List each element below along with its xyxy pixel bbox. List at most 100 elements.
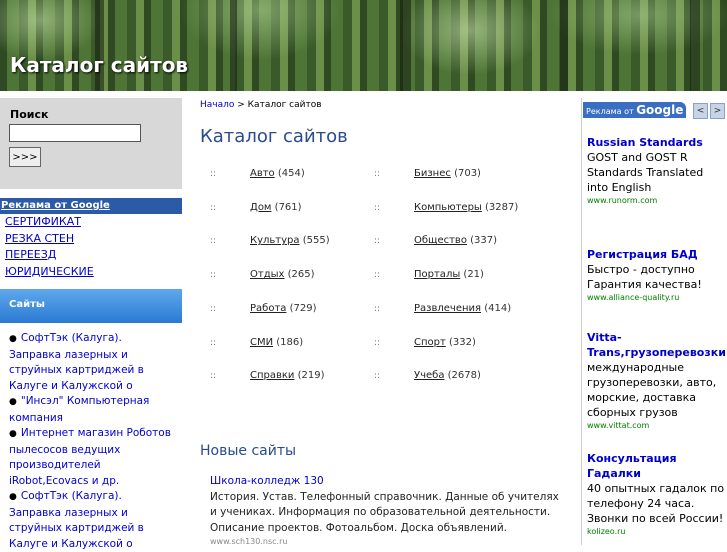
category-count: (21) [463, 269, 484, 281]
banner-tree-trunk [690, 0, 700, 91]
ad-url[interactable]: www.vittat.com [587, 420, 727, 431]
category-link[interactable]: Развлечения [414, 303, 481, 314]
category-count: (555) [302, 235, 330, 247]
ad-url[interactable]: www.alliance-quality.ru [587, 292, 727, 303]
new-site-description: История. Устав. Телефонный справочник. Д… [210, 490, 559, 534]
category-link[interactable]: Компьютеры [414, 202, 482, 213]
category-link[interactable]: СМИ [250, 337, 273, 348]
ad-link[interactable]: ЮРИДИЧЕСКИЕ [5, 264, 182, 281]
ad-title-link[interactable]: Russian Standards [587, 135, 727, 150]
breadcrumb-current: Каталог сайтов [247, 100, 322, 110]
new-site-link[interactable]: Школа-колледж 130 [210, 475, 324, 487]
category-link[interactable]: Учеба [414, 370, 444, 381]
site-link[interactable]: СофтТэк (Калуга). Заправка лазерных и ст… [9, 490, 144, 550]
category-link[interactable]: Спорт [414, 337, 446, 348]
ad-text: Быстро - доступно Гарантия качества! [587, 263, 702, 291]
bullet-icon: :: [374, 270, 381, 281]
category-count: (761) [274, 201, 302, 213]
banner-tree-trunk [560, 0, 568, 91]
list-item: ● "Инсэл" Компьютерная компания [9, 394, 177, 426]
category-link[interactable]: Дом [250, 202, 271, 213]
category-link[interactable]: Порталы [414, 269, 460, 280]
ads-left-title[interactable]: Реклама от Google [0, 198, 182, 214]
category-link[interactable]: Общество [414, 235, 467, 246]
banner-tree-trunk [230, 0, 237, 91]
ad-url[interactable]: www.runorm.com [587, 195, 727, 206]
bullet-icon: :: [374, 236, 381, 247]
ad-title-link[interactable]: Консультация Гадалки [587, 451, 727, 481]
ad-link[interactable]: СЕРТИФИКАТ [5, 214, 182, 231]
ad-link[interactable]: РЕЗКА СТЕН [5, 231, 182, 248]
site-link[interactable]: "Инсэл" Компьютерная компания [9, 395, 149, 424]
google-ads-right: Реклама от Google < > Russian Standards … [581, 98, 727, 545]
ad-url[interactable]: kolizeo.ru [587, 526, 727, 537]
bullet-icon: ● [9, 397, 17, 407]
category-link[interactable]: Работа [250, 303, 286, 314]
category-link[interactable]: Культура [250, 235, 300, 246]
ad-text: 40 опытных гадалок по телефону 24 часа. … [587, 482, 725, 525]
ad-block: Консультация Гадалки 40 опытных гадалок … [587, 451, 727, 537]
category-count: (265) [287, 269, 315, 281]
header-banner: Каталог сайтов [0, 0, 727, 91]
breadcrumb-home-link[interactable]: Начало [200, 100, 234, 110]
site-title: Каталог сайтов [10, 53, 189, 77]
category-count: (186) [276, 336, 304, 348]
ad-text: GOST and GOST R Standards Translated int… [587, 151, 704, 194]
category-count: (332) [449, 336, 476, 348]
page-title: Каталог сайтов [200, 126, 348, 147]
category-link[interactable]: Бизнес [414, 168, 451, 179]
breadcrumb-separator: > [237, 100, 245, 110]
bullet-icon: :: [210, 303, 217, 314]
bullet-icon: :: [374, 303, 381, 314]
ad-title-link[interactable]: Регистрация БАД [587, 247, 727, 262]
sites-list: ● СофтТэк (Калуга). Заправка лазерных и с… [9, 331, 177, 552]
banner-tree-trunk [95, 0, 104, 91]
ad-block: Регистрация БАД Быстро - доступно Гарант… [587, 247, 727, 303]
search-box: Поиск >>> [0, 98, 182, 189]
search-label: Поиск [10, 108, 49, 121]
bullet-icon: :: [210, 236, 217, 247]
google-logo: Google [636, 103, 684, 117]
breadcrumb: Начало > Каталог сайтов [200, 100, 322, 110]
ad-title-link[interactable]: Vitta-Trans,грузоперевозки [587, 330, 727, 360]
new-site-url: www.sch130.nsc.ru [210, 537, 288, 546]
bullet-icon: ● [9, 492, 17, 502]
category-count: (414) [484, 302, 512, 314]
site-link[interactable]: Интернет магазин Роботов пылесосов ведущ… [9, 427, 171, 487]
bullet-icon: :: [374, 371, 381, 382]
category-count: (703) [454, 168, 481, 179]
bullet-icon: :: [210, 337, 217, 348]
bullet-icon: :: [210, 371, 217, 382]
bullet-icon: ● [9, 429, 17, 439]
list-item: ● СофтТэк (Калуга). Заправка лазерных и с… [9, 331, 177, 394]
category-count: (219) [297, 370, 325, 382]
next-ad-button[interactable]: > [710, 103, 725, 119]
search-button[interactable]: >>> [9, 147, 41, 167]
category-link[interactable]: Отдых [250, 269, 284, 280]
search-input[interactable] [9, 124, 141, 142]
new-sites-title: Новые сайты [200, 443, 297, 459]
category-count: (454) [277, 168, 305, 179]
bullet-icon: :: [374, 202, 381, 213]
bullet-icon: :: [374, 169, 381, 179]
category-count: (337) [470, 235, 498, 247]
ads-label-prefix: Реклама от [586, 107, 634, 116]
ad-block: Vitta-Trans,грузоперевозки международные… [587, 330, 727, 431]
category-count: (2678) [447, 370, 481, 382]
ad-link[interactable]: ПЕРЕЕЗД [5, 247, 182, 264]
list-item: ● Интернет магазин Роботов пылесосов веду… [9, 426, 177, 489]
banner-tree-trunk [400, 0, 411, 91]
category-count: (3287) [485, 201, 519, 213]
new-site-entry: Школа-колледж 130 История. Устав. Телефо… [210, 474, 560, 548]
prev-ad-button[interactable]: < [693, 103, 708, 119]
category-link[interactable]: Авто [250, 168, 275, 179]
site-link[interactable]: СофтТэк (Калуга). Заправка лазерных и ст… [9, 332, 144, 392]
list-item: ● СофтТэк (Калуга). Заправка лазерных и с… [9, 489, 177, 552]
ads-right-label[interactable]: Реклама от Google [583, 102, 687, 118]
bullet-icon: :: [210, 270, 217, 281]
bullet-icon: ● [9, 334, 17, 344]
category-link[interactable]: Справки [250, 370, 294, 381]
sites-header: Сайты [0, 289, 182, 323]
bullet-icon: :: [374, 337, 381, 348]
google-ads-left: Реклама от Google СЕРТИФИКАТ РЕЗКА СТЕН … [0, 198, 182, 280]
